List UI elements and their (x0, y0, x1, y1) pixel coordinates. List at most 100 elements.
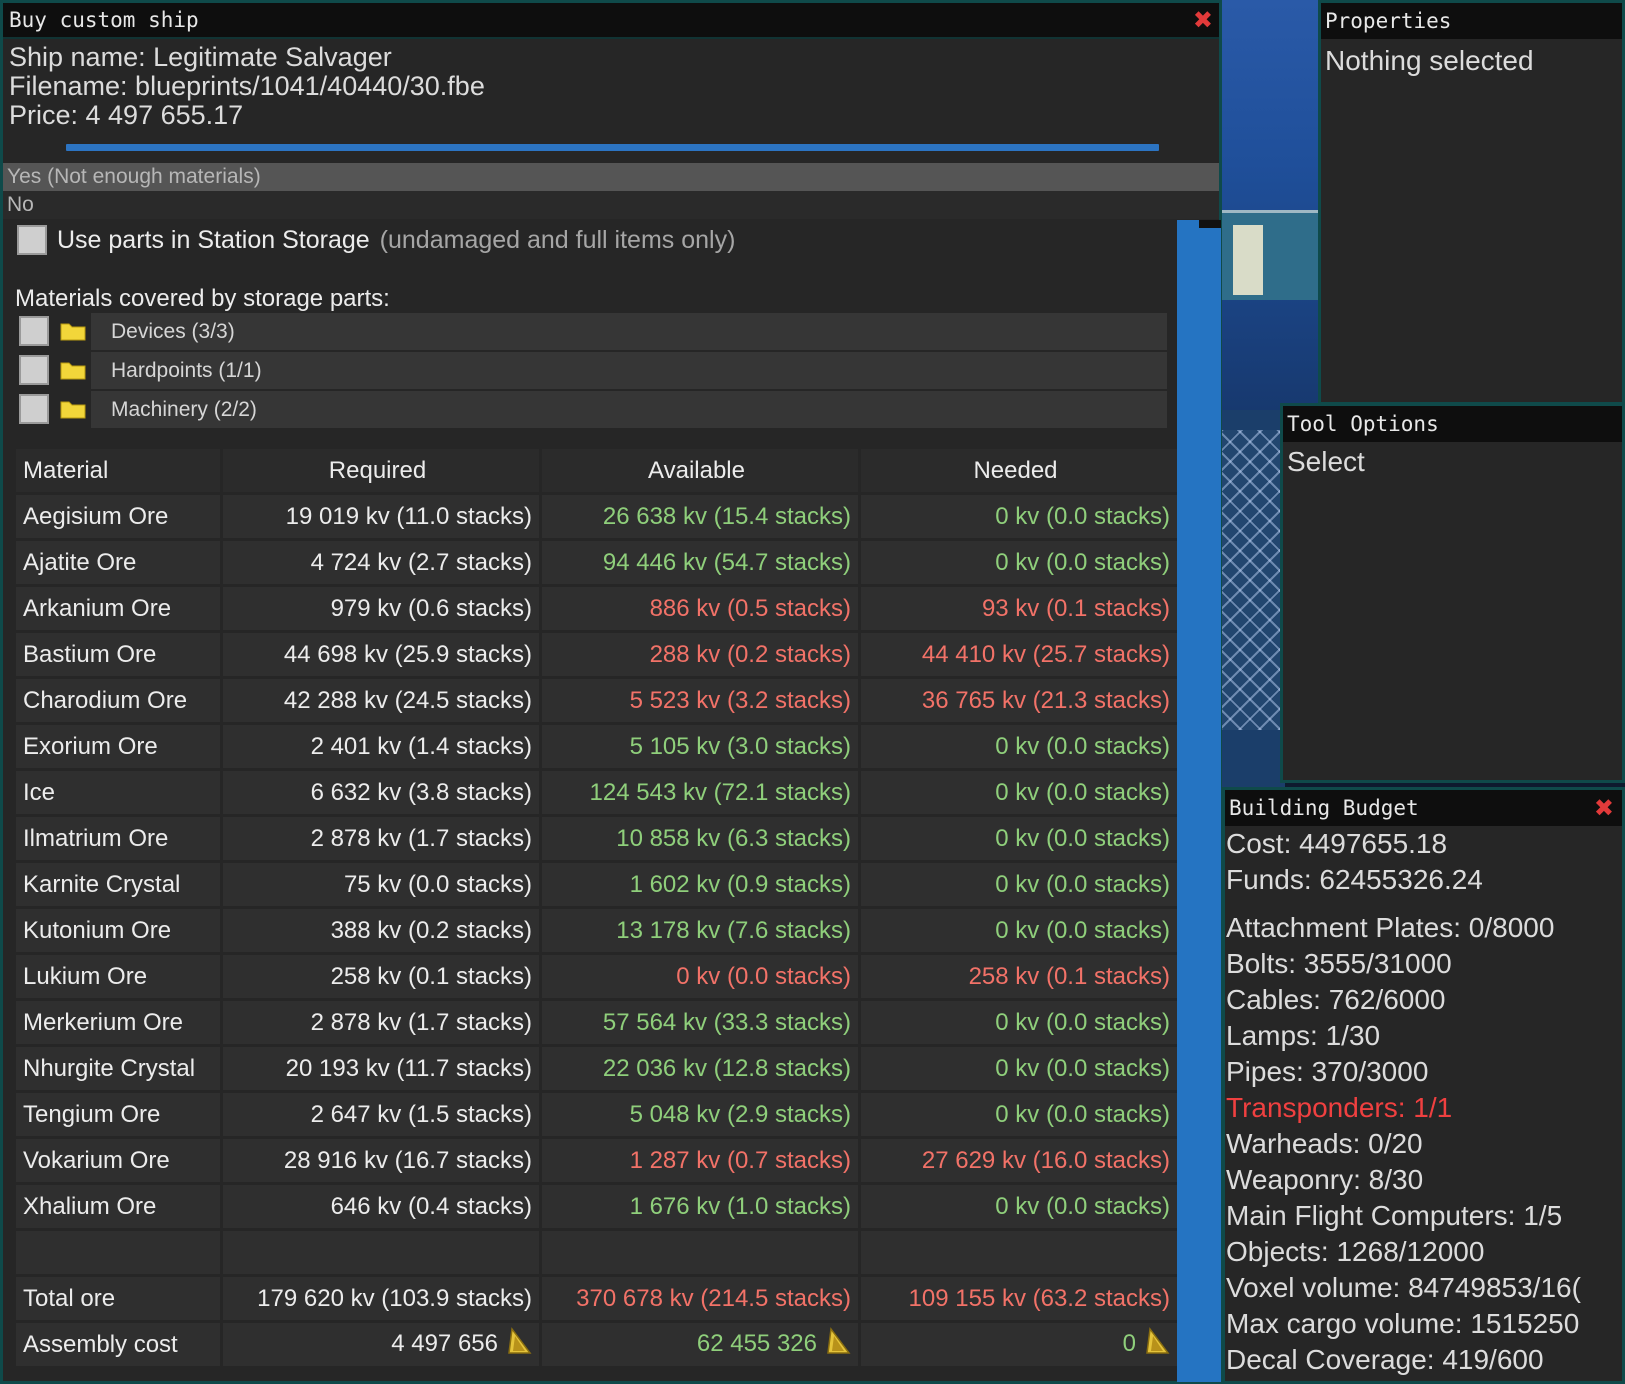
cell-required: 258 kv (0.1 stacks) (223, 955, 539, 998)
cell-material-text: Vokarium Ore (23, 1146, 170, 1174)
close-icon[interactable]: ✖ (1594, 790, 1614, 826)
cell-required: 2 401 kv (1.4 stacks) (223, 725, 539, 768)
cell-material: Exorium Ore (16, 725, 220, 768)
scrollbar[interactable] (1177, 220, 1221, 1382)
table-row: Tengium Ore 2 647 kv (1.5 stacks) 5 048 kv… (16, 1093, 1177, 1136)
category-label: Machinery (2/2) (91, 391, 1167, 428)
category-label: Hardpoints (1/1) (91, 352, 1167, 389)
cell-material-text: Exorium Ore (23, 732, 158, 760)
category-row[interactable]: Machinery (2/2) (17, 391, 1167, 428)
option-yes[interactable]: Yes (Not enough materials) (3, 163, 1219, 191)
cell-needed: 0 kv (0.0 stacks) (861, 771, 1177, 814)
dialog-titlebar[interactable]: Buy custom ship ✖ (3, 3, 1219, 39)
budget-line: Pipes: 370/3000 (1226, 1056, 1429, 1087)
category-row[interactable]: Devices (3/3) (17, 313, 1167, 350)
table-row: Vokarium Ore 28 916 kv (16.7 stacks) 1 287… (16, 1139, 1177, 1182)
cell-needed: 44 410 kv (25.7 stacks) (861, 633, 1177, 676)
cell-available: 26 638 kv (15.4 stacks) (542, 495, 858, 538)
cell-available-text: 5 523 kv (3.2 stacks) (629, 686, 851, 714)
cell-needed: 27 629 kv (16.0 stacks) (861, 1139, 1177, 1182)
cell-material: Total ore (16, 1277, 220, 1320)
use-storage-checkbox[interactable] (17, 225, 47, 255)
cell-needed-text: 0 kv (0.0 stacks) (995, 548, 1170, 576)
cell-available: 10 858 kv (6.3 stacks) (542, 817, 858, 860)
cell-needed: 0 kv (0.0 stacks) (861, 495, 1177, 538)
tool-options-select[interactable]: Select (1283, 442, 1622, 482)
budget-line: Cables: 762/6000 (1226, 984, 1446, 1015)
budget-line: Warheads: 0/20 (1226, 1128, 1423, 1159)
cell-required-text: 258 kv (0.1 stacks) (330, 962, 532, 990)
category-checkbox[interactable] (19, 316, 49, 346)
cell-required-text: 2 647 kv (1.5 stacks) (310, 1100, 532, 1128)
budget-line: Attachment Plates: 0/8000 (1226, 912, 1555, 943)
cell-available: 124 543 kv (72.1 stacks) (542, 771, 858, 814)
option-no[interactable]: No (3, 191, 1219, 219)
cell-available: 1 287 kv (0.7 stacks) (542, 1139, 858, 1182)
cell-available-text: 26 638 kv (15.4 stacks) (602, 502, 851, 530)
building-budget-panel: Building Budget ✖ Cost: 4497655.18 Funds… (1222, 787, 1625, 1384)
cell-available-text: 57 564 kv (33.3 stacks) (602, 1008, 851, 1036)
cell-needed-text: 27 629 kv (16.0 stacks) (921, 1146, 1170, 1174)
budget-titlebar[interactable]: Building Budget ✖ (1225, 790, 1622, 826)
credits-icon (506, 1327, 532, 1362)
cell-available: 886 kv (0.5 stacks) (542, 587, 858, 630)
cell-material: Assembly cost (16, 1323, 220, 1366)
category-checkbox[interactable] (19, 355, 49, 385)
dialog-title: Buy custom ship (9, 8, 199, 32)
cell-available: 57 564 kv (33.3 stacks) (542, 1001, 858, 1044)
cell-available-text: 124 543 kv (72.1 stacks) (589, 778, 851, 806)
cell-material-text: Aegisium Ore (23, 502, 169, 530)
cell-material-text: Kutonium Ore (23, 916, 172, 944)
cell-required: 42 288 kv (24.5 stacks) (223, 679, 539, 722)
budget-line: Objects: 1268/12000 (1226, 1236, 1485, 1267)
ship-info: Ship name: Legitimate Salvager Filename:… (3, 39, 1219, 134)
buy-custom-ship-dialog: Buy custom ship ✖ Ship name: Legitimate … (0, 0, 1222, 1384)
cell-required-text: 2 401 kv (1.4 stacks) (310, 732, 532, 760)
cell-needed-text: 0 kv (0.0 stacks) (995, 732, 1170, 760)
cell-available: 1 602 kv (0.9 stacks) (542, 863, 858, 906)
cell-required-text: 6 632 kv (3.8 stacks) (310, 778, 532, 806)
cell-material: Nhurgite Crystal (16, 1047, 220, 1090)
cell-needed: 0 kv (0.0 stacks) (861, 1001, 1177, 1044)
cell-required: 2 647 kv (1.5 stacks) (223, 1093, 539, 1136)
cell-required-text: 646 kv (0.4 stacks) (330, 1192, 532, 1220)
properties-body: Nothing selected (1325, 45, 1534, 76)
empty-cell (16, 1231, 220, 1274)
category-checkbox[interactable] (19, 394, 49, 424)
category-row[interactable]: Hardpoints (1/1) (17, 352, 1167, 389)
cell-required: 4 497 656 (223, 1323, 539, 1366)
table-row: Exorium Ore 2 401 kv (1.4 stacks) 5 105 kv… (16, 725, 1177, 768)
cell-material: Arkanium Ore (16, 587, 220, 630)
cell-material: Ajatite Ore (16, 541, 220, 584)
scene-structure (1215, 0, 1325, 410)
cell-needed: 0 kv (0.0 stacks) (861, 1047, 1177, 1090)
cell-needed-text: 0 kv (0.0 stacks) (995, 1008, 1170, 1036)
table-row: Charodium Ore 42 288 kv (24.5 stacks) 5 52… (16, 679, 1177, 722)
cell-needed: 0 kv (0.0 stacks) (861, 1185, 1177, 1228)
table-row: Ilmatrium Ore 2 878 kv (1.7 stacks) 10 858… (16, 817, 1177, 860)
table-row: Merkerium Ore 2 878 kv (1.7 stacks) 57 564… (16, 1001, 1177, 1044)
cell-available-text: 288 kv (0.2 stacks) (649, 640, 851, 668)
ship-filename: Filename: blueprints/1041/40440/30.fbe (9, 71, 485, 101)
credits-icon (1144, 1327, 1170, 1362)
scene-hull-panel (1233, 225, 1263, 295)
scrollbar-thumb[interactable] (1199, 220, 1221, 228)
table-row: Karnite Crystal 75 kv (0.0 stacks) 1 602 k… (16, 863, 1177, 906)
cell-material-text: Assembly cost (23, 1330, 178, 1358)
cell-needed-text: 0 kv (0.0 stacks) (995, 778, 1170, 806)
cell-available: 0 kv (0.0 stacks) (542, 955, 858, 998)
empty-cell (861, 1231, 1177, 1274)
cell-needed: 0 kv (0.0 stacks) (861, 863, 1177, 906)
cell-material-text: Merkerium Ore (23, 1008, 184, 1036)
cell-needed: 0 kv (0.0 stacks) (861, 909, 1177, 952)
close-icon[interactable]: ✖ (1193, 6, 1213, 34)
cell-needed-text: 0 kv (0.0 stacks) (995, 1100, 1170, 1128)
cell-material-text: Bastium Ore (23, 640, 157, 668)
cell-needed: 0 (861, 1323, 1177, 1366)
cell-available-text: 1 287 kv (0.7 stacks) (629, 1146, 851, 1174)
folder-icon (60, 401, 86, 419)
table-row: Lukium Ore 258 kv (0.1 stacks) 0 kv (0.0 s… (16, 955, 1177, 998)
cell-available-text: 1 676 kv (1.0 stacks) (629, 1192, 851, 1220)
header-material: Material (16, 449, 220, 492)
cell-required: 979 kv (0.6 stacks) (223, 587, 539, 630)
